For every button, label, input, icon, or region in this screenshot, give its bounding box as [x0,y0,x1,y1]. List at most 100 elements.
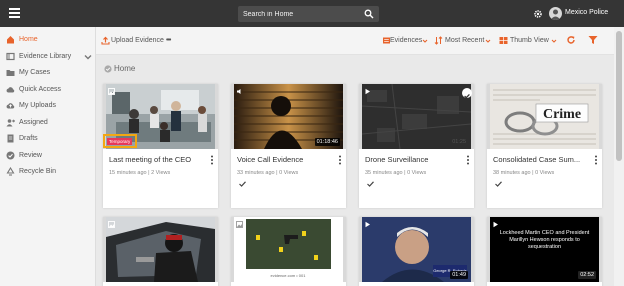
thumb-view-icon [499,37,508,44]
chevron-down-icon[interactable] [84,53,92,61]
sidebar-item-my-uploads[interactable]: My Uploads [0,98,96,114]
card-meta: 15 minutes ago | 2 Views [109,170,171,176]
sort-dropdown[interactable]: Most Recent [434,36,492,48]
kebab-menu-icon[interactable] [466,155,470,165]
sidebar-item-home[interactable]: Home [0,32,96,48]
search-icon[interactable] [364,9,374,19]
thumbnail[interactable]: Temporary [103,84,218,149]
kebab-menu-icon[interactable] [338,155,342,165]
caret-down-icon [422,39,428,43]
sidebar-item-label: My Cases [19,69,51,76]
crime-document-thumbnail: Crime [490,84,599,149]
card-meta: 35 minutes ago | 0 Views [365,170,427,176]
search-box [238,6,379,22]
image-type-icon [236,221,243,228]
evidence-card[interactable] [103,217,218,286]
upload-evidence-label: Upload Evidence [111,37,164,44]
toolbar: Upload Evidence ••• Evidences Most Recen… [96,27,614,55]
checkmark-icon [367,181,374,187]
scrollbar-thumb[interactable] [616,31,622,161]
card-title[interactable]: Last meeting of the CEO [109,155,205,164]
card-meta: 38 minutes ago | 0 Views [493,170,555,176]
thumbnail[interactable]: Crime [487,84,602,149]
duration-label: 02:52 [578,271,596,279]
temporary-badge-label: Temporary [107,138,133,145]
video-type-icon [493,221,498,228]
evidence-card[interactable]: Crime Consolidated Case Sum... 38 minute… [487,84,602,208]
crime-scene-caption: evidence.com • 001 [271,273,307,278]
upload-evidence-button[interactable]: Upload Evidence [101,36,171,48]
vertical-scrollbar[interactable] [614,27,624,286]
video-type-icon [365,88,370,95]
crime-scene-thumbnail: evidence.com • 001 [234,217,343,282]
assigned-icon [6,119,15,127]
thumbnail[interactable]: evidence.com • 001 [231,217,346,282]
sidebar-item-label: Assigned [19,119,48,126]
sidebar-item-label: Home [19,36,38,43]
username[interactable]: Mexico Police [565,9,608,16]
sidebar-item-label: My Uploads [19,102,56,109]
caret-down-icon [551,39,557,43]
thumbnail[interactable] [103,217,218,282]
evidence-card[interactable]: George R. Roberts 01:49 [359,217,474,286]
sidebar-item-review[interactable]: Review [0,148,96,164]
sidebar-item-label: Review [19,152,42,159]
crime-headline: Crime [543,107,581,122]
avatar[interactable] [549,7,562,20]
thumbnail[interactable]: Lockheed Martin CEO and President Marill… [487,217,602,282]
kebab-menu-icon[interactable] [210,155,214,165]
sidebar-item-my-cases[interactable]: My Cases [0,65,96,81]
audio-type-icon [237,89,241,94]
recycle-icon [6,167,15,176]
folder-icon [6,70,15,76]
sidebar-item-recycle-bin[interactable]: Recycle Bin [0,164,96,180]
thumbnail[interactable]: 01:25 [359,84,474,149]
more-options-button[interactable]: ••• [166,36,178,48]
sidebar-item-label: Evidence Library [19,53,72,60]
view-mode-dropdown[interactable]: Thumb View [499,36,559,48]
sidebar-item-drafts[interactable]: Drafts [0,131,96,147]
filter-icon[interactable] [588,35,598,45]
more-options-icon: ••• [166,37,171,44]
checkmark-icon [239,181,246,187]
review-icon [6,151,15,160]
sidebar: Home Evidence Library My Cases Quick Acc… [0,27,96,286]
thumbnail[interactable]: 01:18:46 [231,84,346,149]
draft-icon [7,134,14,143]
search-input[interactable] [243,8,358,20]
card-title[interactable]: Voice Call Evidence [237,155,333,164]
sidebar-item-evidence-library[interactable]: Evidence Library [0,49,96,65]
filter-label: Evidences [390,37,423,44]
evidence-card[interactable]: 01:18:46 Voice Call Evidence 33 minutes … [231,84,346,208]
temporary-badge: Temporary [103,134,137,148]
duration-label: 01:18:46 [314,138,340,146]
view-label: Thumb View [510,37,549,44]
sort-icon [434,36,443,45]
thumbnail[interactable]: George R. Roberts 01:49 [359,217,474,282]
top-bar: Mexico Police [0,0,624,27]
image-type-icon [108,221,115,228]
home-icon [7,36,14,44]
sidebar-item-quick-access[interactable]: Quick Access [0,82,96,98]
car-theft-thumbnail [106,217,215,282]
card-title[interactable]: Consolidated Case Sum... [493,155,589,164]
evidence-card[interactable]: 01:25 Drone Surveillance 35 minutes ago … [359,84,474,208]
card-title[interactable]: Drone Surveillance [365,155,461,164]
evidence-card[interactable]: evidence.com • 001 [231,217,346,286]
kebab-menu-icon[interactable] [594,155,598,165]
selected-check-icon [464,93,470,99]
filter-evidences-dropdown[interactable]: Evidences [382,36,432,48]
evidence-card[interactable]: Lockheed Martin CEO and President Marill… [487,217,602,286]
page-title: Home [114,64,136,73]
library-icon [6,52,15,61]
selected-checkbox[interactable] [462,88,472,99]
caret-down-icon [485,39,491,43]
gear-icon[interactable] [533,9,543,19]
menu-icon[interactable] [9,8,20,18]
image-type-icon [108,88,115,95]
sidebar-item-assigned[interactable]: Assigned [0,115,96,131]
evidence-card[interactable]: Temporary Last meeting of the CEO 15 min… [103,84,218,208]
sort-label: Most Recent [445,37,485,44]
home-check-icon [104,65,112,73]
refresh-icon[interactable] [566,35,576,45]
